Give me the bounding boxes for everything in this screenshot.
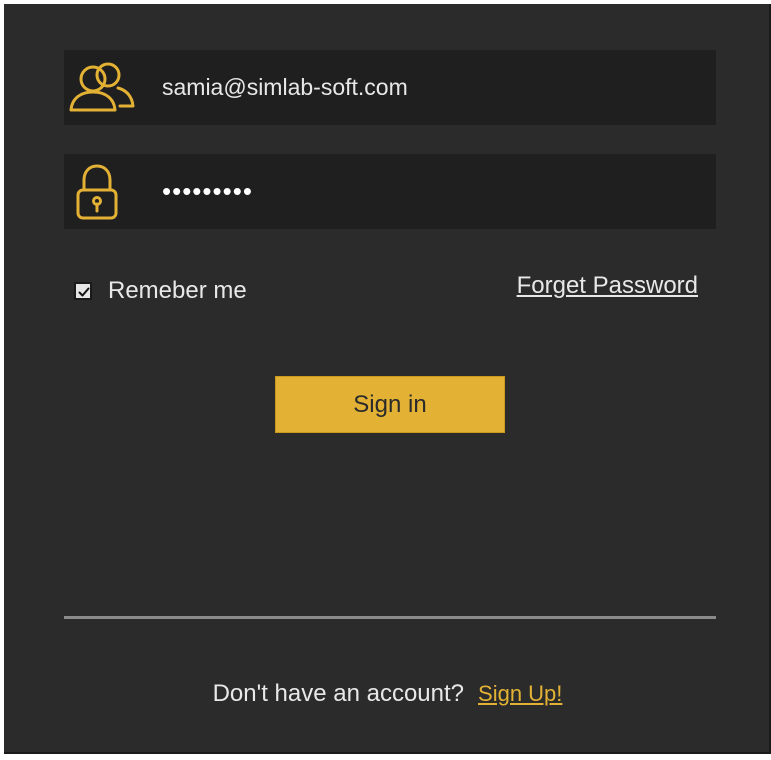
forgot-password-link[interactable]: Forget Password bbox=[517, 272, 698, 300]
signup-prompt: Don't have an account? Sign Up! bbox=[4, 680, 771, 708]
login-panel: Remeber me Forget Password Sign in Don't… bbox=[4, 4, 771, 754]
remember-checkbox[interactable] bbox=[74, 282, 92, 300]
password-field[interactable] bbox=[64, 154, 716, 229]
password-input[interactable] bbox=[162, 154, 702, 229]
remember-me[interactable]: Remeber me bbox=[74, 277, 247, 305]
sign-up-link[interactable]: Sign Up! bbox=[478, 681, 562, 706]
lock-icon bbox=[66, 162, 136, 222]
email-input[interactable] bbox=[162, 50, 702, 125]
email-field[interactable] bbox=[64, 50, 716, 125]
users-icon bbox=[66, 58, 136, 118]
sign-in-button[interactable]: Sign in bbox=[275, 376, 505, 433]
remember-label: Remeber me bbox=[108, 277, 247, 304]
checkmark-icon bbox=[78, 287, 90, 297]
signup-prompt-text: Don't have an account? bbox=[212, 680, 465, 707]
divider bbox=[64, 616, 716, 619]
